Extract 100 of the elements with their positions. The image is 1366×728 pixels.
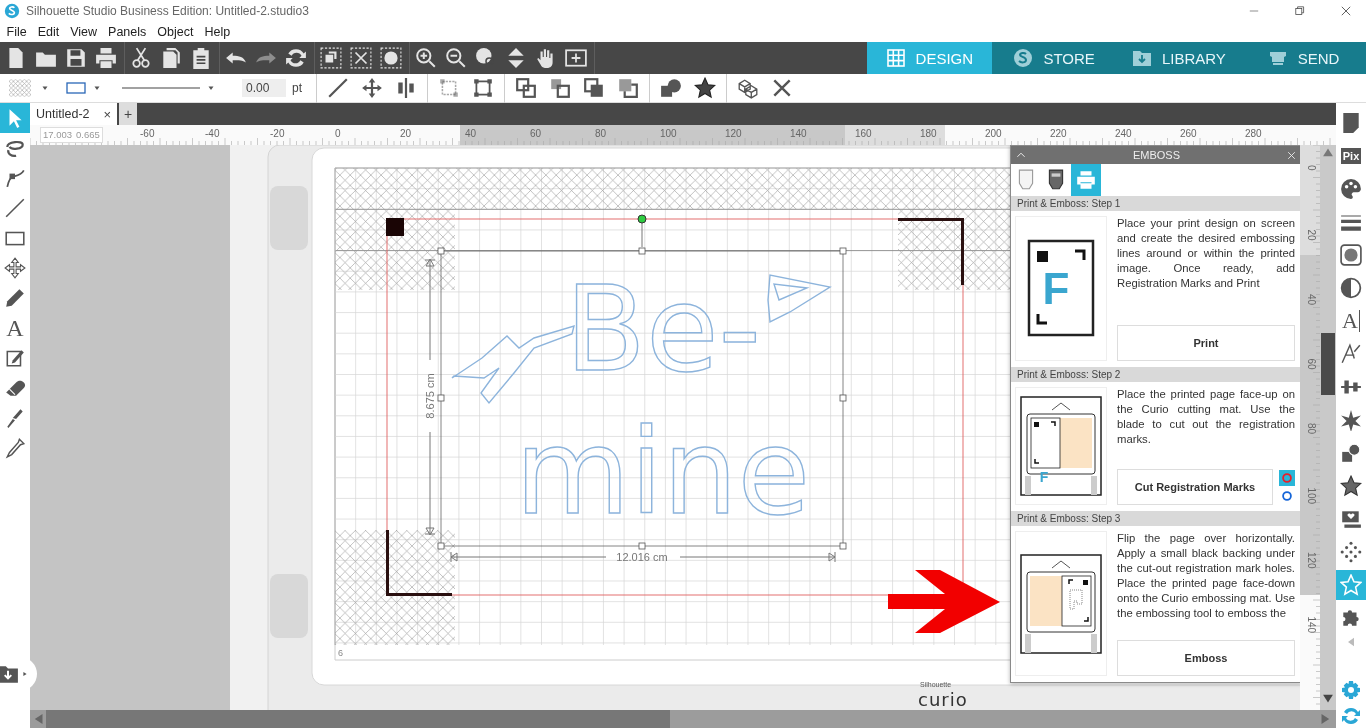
selection-handle[interactable] <box>638 247 646 255</box>
sketch-font-icon <box>1340 343 1362 365</box>
scroll-thumb[interactable] <box>1321 333 1335 395</box>
ruler-label: 140 <box>1306 616 1317 634</box>
bring-forward-icon[interactable] <box>515 77 537 99</box>
bring-front-icon[interactable] <box>583 77 605 99</box>
panel-button[interactable]: Pix <box>1336 141 1366 171</box>
contrast-icon <box>1340 277 1362 299</box>
ruler-label: 40 <box>1306 294 1317 306</box>
menu-item[interactable]: Panels <box>102 25 152 39</box>
align-center-icon[interactable] <box>395 77 417 99</box>
menu-item[interactable]: Edit <box>32 25 65 39</box>
zoom-out-icon[interactable] <box>445 47 467 69</box>
brand-logo: curio <box>918 689 968 710</box>
save-icon[interactable] <box>65 47 87 69</box>
ruler-label: -40 <box>205 128 220 139</box>
restore-icon[interactable] <box>1294 5 1306 17</box>
print-icon[interactable] <box>95 47 117 69</box>
mode-tab[interactable]: LIBRARY <box>1116 42 1242 74</box>
scissors-icon[interactable] <box>130 47 152 69</box>
star-icon <box>1340 475 1362 497</box>
step-button[interactable]: Emboss <box>1117 640 1295 676</box>
x-readout: 17.003 <box>43 128 73 142</box>
window-title: Silhouette Studio Business Edition: Untitled-2.studio3 <box>26 4 309 18</box>
rotate-handle[interactable] <box>637 214 647 248</box>
star-outline-icon <box>1340 574 1362 596</box>
selection-handle[interactable] <box>839 247 847 255</box>
line-width-field[interactable]: 0.00 <box>242 79 286 97</box>
copy-icon[interactable] <box>160 47 182 69</box>
delete-icon[interactable] <box>771 77 793 99</box>
expand-icon[interactable] <box>21 670 29 678</box>
ruler-label: 220 <box>1050 128 1067 139</box>
menu-item[interactable]: View <box>64 25 103 39</box>
step-button[interactable]: Print <box>1117 324 1295 361</box>
selection-handle[interactable] <box>839 542 847 550</box>
dots-icon <box>1340 541 1362 563</box>
fill-pattern-swatch[interactable] <box>6 77 34 99</box>
settings-icon[interactable] <box>1341 680 1361 700</box>
pix-label: Pix <box>1340 148 1362 164</box>
fit-page-icon[interactable] <box>565 47 587 69</box>
star-icon[interactable] <box>694 77 716 99</box>
trace-icon <box>1340 244 1362 266</box>
group-icon[interactable] <box>320 47 342 69</box>
send-back-icon[interactable] <box>617 77 639 99</box>
move-arrows-icon[interactable] <box>361 77 383 99</box>
step-instructions: Flip the page over horizontally. Apply a small black backing under the cut-out registration mark holes. Place the printed page face-down onto the Curio embossing mat. Use the embossing tool to emboss the <box>1117 531 1295 622</box>
ungroup-icon[interactable] <box>350 47 372 69</box>
ruler-label: 120 <box>1306 552 1317 569</box>
step-heading: Print & Emboss: Step 3 <box>1011 511 1300 527</box>
selection-handle[interactable] <box>638 542 646 550</box>
shape-icon[interactable] <box>660 77 682 99</box>
mode-tab[interactable]: SEND <box>1241 42 1366 74</box>
menu-item[interactable]: Help <box>198 25 236 39</box>
step-button[interactable]: Cut Registration Marks <box>1117 469 1273 506</box>
step-instructions: Place your print design on screen and create the desired embossing lines around or within the printed image. Once ready, add Registration Marks and Print <box>1117 216 1295 291</box>
offset-icon <box>1340 442 1362 464</box>
selection-handle[interactable] <box>437 247 445 255</box>
ruler-label: 100 <box>660 128 677 139</box>
selection-handle[interactable] <box>839 394 847 402</box>
scroll-thumb[interactable] <box>46 710 670 728</box>
resize-box-icon[interactable] <box>472 77 494 99</box>
document-tab[interactable]: Untitled-2 × <box>30 103 118 125</box>
tab-close-button[interactable]: × <box>103 106 112 122</box>
zoom-in-icon[interactable] <box>415 47 437 69</box>
ruler-label: 260 <box>1180 128 1197 139</box>
ruler-label: -20 <box>270 128 285 139</box>
new-tab-button[interactable]: + <box>119 103 138 125</box>
line-tool-icon[interactable] <box>327 77 349 99</box>
transform-box-icon[interactable] <box>438 77 460 99</box>
ruler-label: 280 <box>1245 128 1262 139</box>
ruler-label: 240 <box>1115 128 1132 139</box>
s-logo-icon <box>1013 48 1034 68</box>
clipboard-icon[interactable] <box>190 47 212 69</box>
app-logo-icon <box>4 3 20 19</box>
tab-label: Untitled-2 <box>36 107 90 121</box>
y-readout: 0.665 <box>76 128 100 142</box>
text-tool[interactable]: A <box>0 313 30 343</box>
step-heading: Print & Emboss: Step 2 <box>1011 366 1300 382</box>
illustration-letter: F <box>1039 469 1049 485</box>
page-number: 6 <box>338 648 343 658</box>
text-style-label: A <box>1342 310 1360 332</box>
mode-tab[interactable]: STORE <box>991 42 1117 74</box>
close-icon[interactable] <box>1286 149 1297 161</box>
send-backward-icon[interactable] <box>549 77 571 99</box>
heart-card-icon <box>1340 508 1362 530</box>
ruler-label: 0 <box>335 128 341 139</box>
close-icon[interactable] <box>1340 5 1352 17</box>
illustration-letter: F <box>1042 264 1070 314</box>
download-folder-icon[interactable] <box>0 663 19 685</box>
sync-icon[interactable] <box>1341 706 1361 726</box>
selection-handle[interactable] <box>437 394 445 402</box>
step-heading: Print & Emboss: Step 1 <box>1011 196 1300 211</box>
ruler-label: 80 <box>1306 423 1317 435</box>
menu-item[interactable]: File <box>1 25 33 39</box>
refresh-icon[interactable] <box>285 47 307 69</box>
menu-item[interactable]: Object <box>151 25 199 39</box>
cubes-icon[interactable] <box>737 77 759 99</box>
selection-handle[interactable] <box>437 542 445 550</box>
ruler-label: 180 <box>920 128 937 139</box>
panel-button[interactable]: A <box>1336 306 1366 336</box>
